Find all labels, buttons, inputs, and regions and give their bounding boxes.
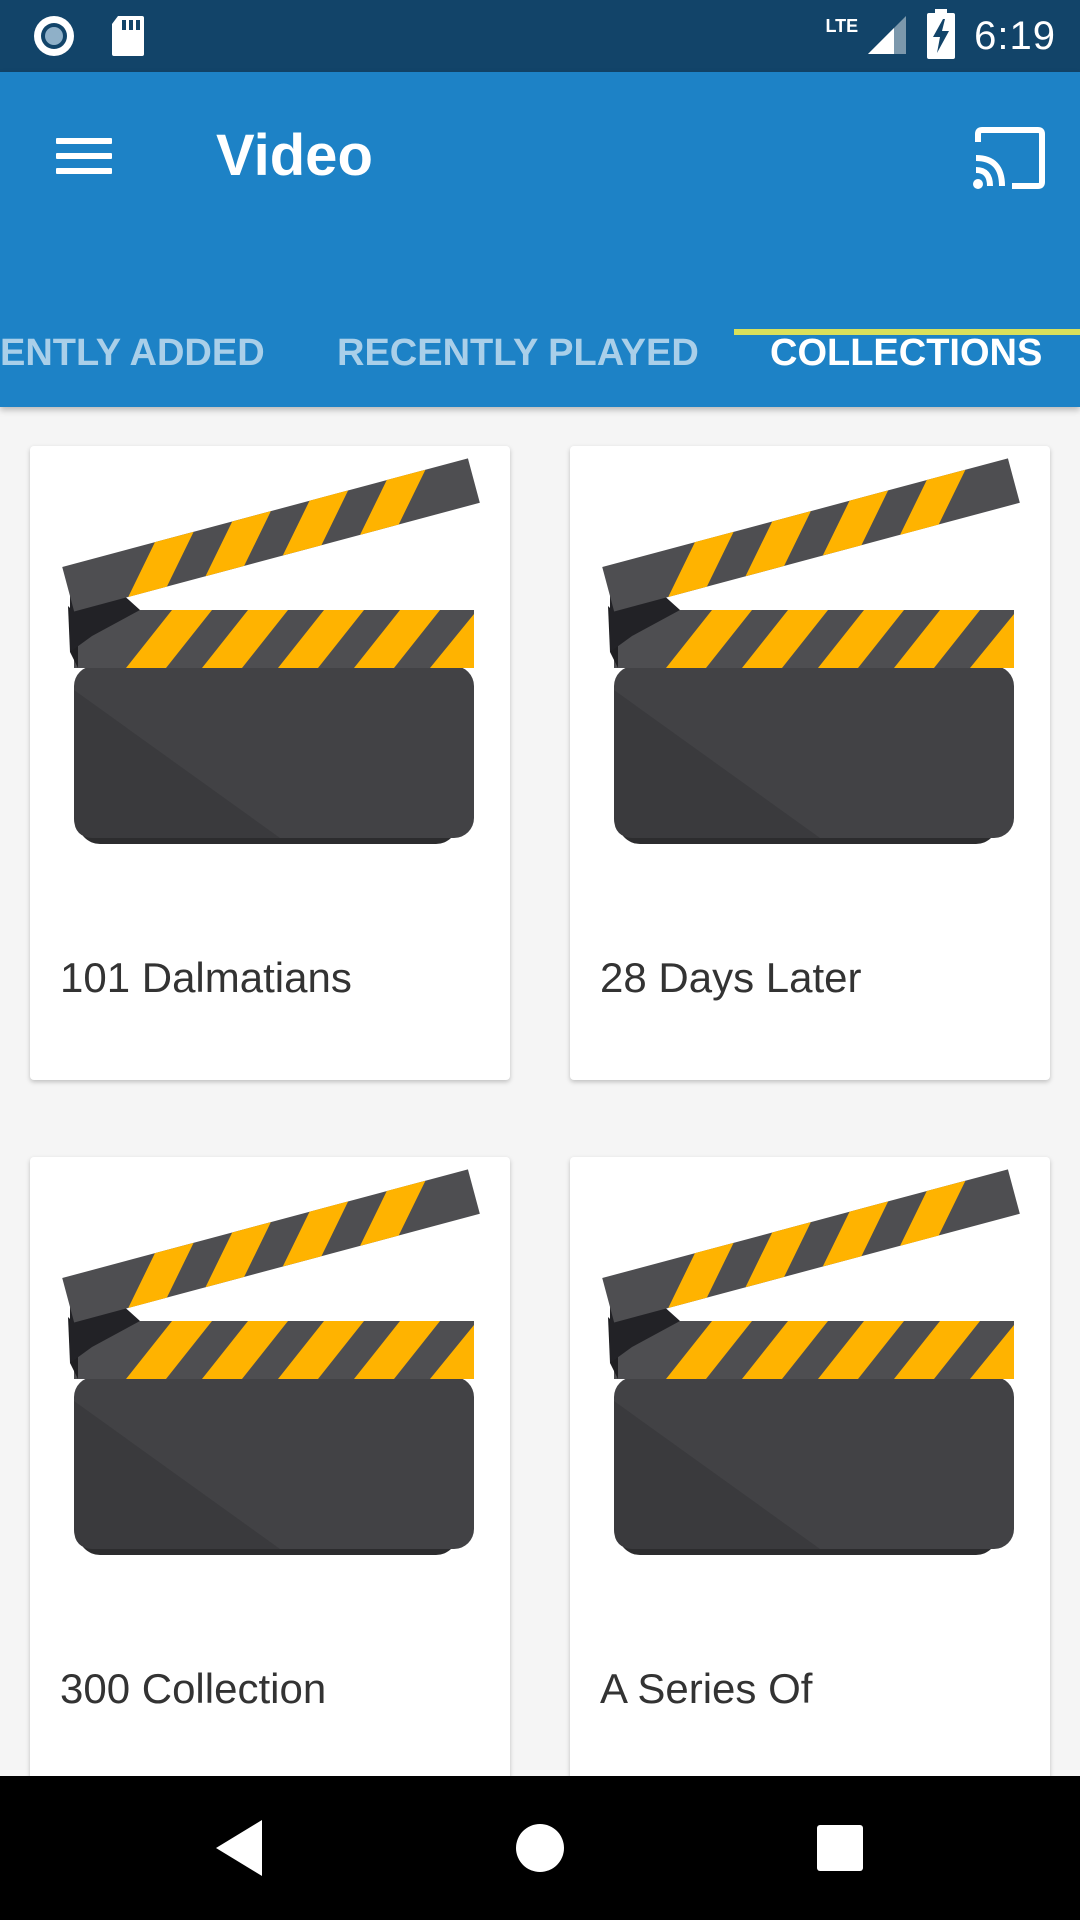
collection-title: A Series Of — [600, 1665, 813, 1712]
recents-button[interactable] — [804, 1812, 876, 1884]
signal-icon — [864, 12, 908, 61]
navigation-bar — [0, 1776, 1080, 1920]
menu-button[interactable] — [44, 126, 124, 186]
collection-card[interactable]: 28 Days Later — [570, 446, 1050, 1080]
clapperboard-icon — [30, 1157, 510, 1617]
page-title: Video — [216, 123, 373, 188]
collection-card[interactable]: A Series Of — [570, 1157, 1050, 1857]
clapperboard-icon — [570, 1157, 1050, 1617]
tab-indicator — [734, 329, 1080, 335]
back-icon — [216, 1820, 262, 1876]
status-bar: LTE 6:19 — [0, 0, 1080, 72]
back-button[interactable] — [204, 1812, 276, 1884]
collection-title: 28 Days Later — [600, 954, 862, 1001]
status-time: 6:19 — [974, 13, 1056, 58]
notification-icon — [32, 14, 76, 63]
tab-bar: ENTLY ADDED RECENTLY PLAYED COLLECTIONS — [0, 300, 1080, 407]
status-bar-left — [32, 14, 146, 63]
collection-title: 300 Collection — [60, 1665, 327, 1712]
tab-recently-added[interactable]: ENTLY ADDED — [0, 300, 265, 407]
home-icon — [516, 1824, 564, 1872]
cast-button[interactable] — [968, 124, 1048, 194]
recents-icon — [817, 1825, 863, 1871]
clapperboard-icon — [30, 446, 510, 906]
home-button[interactable] — [504, 1812, 576, 1884]
network-type: LTE — [825, 15, 859, 36]
menu-icon — [56, 138, 112, 144]
status-bar-right: LTE 6:19 — [825, 0, 1056, 72]
tab-collections[interactable]: COLLECTIONS — [770, 300, 1042, 407]
collection-title: 101 Dalmatians — [60, 954, 352, 1001]
cast-icon — [973, 127, 1045, 189]
app-bar: Video ENTLY ADDED RECENTLY PLAYED COLLEC… — [0, 72, 1080, 407]
sd-card-icon — [110, 14, 146, 63]
collection-card[interactable]: 300 Collection — [30, 1157, 510, 1857]
battery-charging-icon — [926, 8, 956, 64]
clapperboard-icon — [570, 446, 1050, 906]
collection-card[interactable]: 101 Dalmatians — [30, 446, 510, 1080]
tab-recently-played[interactable]: RECENTLY PLAYED — [337, 300, 699, 407]
